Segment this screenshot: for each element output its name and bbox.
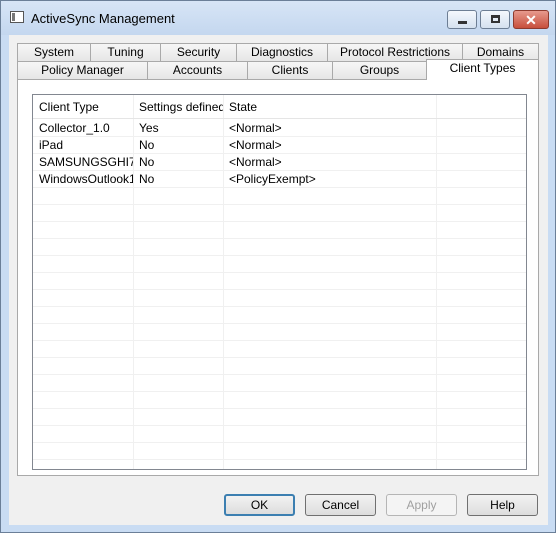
help-button[interactable]: Help <box>467 494 538 516</box>
tab-policy-manager[interactable]: Policy Manager <box>17 61 148 79</box>
client-types-panel: Client Type Settings defined State Colle… <box>17 79 539 476</box>
list-row[interactable]: SAMSUNGSGHI747 No <Normal> <box>33 154 526 171</box>
tab-security[interactable]: Security <box>160 43 237 61</box>
app-icon <box>10 11 24 23</box>
list-row[interactable]: Collector_1.0 Yes <Normal> <box>33 120 526 137</box>
cancel-button[interactable]: Cancel <box>305 494 376 516</box>
empty-row <box>33 273 526 290</box>
column-header-settings-defined[interactable]: Settings defined <box>133 95 223 119</box>
activesync-management-window: ActiveSync Management ✕ System Tuning Se… <box>0 0 556 533</box>
list-row[interactable]: WindowsOutlook15 No <PolicyExempt> <box>33 171 526 188</box>
close-icon: ✕ <box>525 12 537 28</box>
client-type-cell: SAMSUNGSGHI747 <box>39 155 133 169</box>
ok-button[interactable]: OK <box>224 494 295 516</box>
client-type-cell: iPad <box>39 138 64 152</box>
state-cell: <Normal> <box>229 155 282 169</box>
settings-defined-cell: No <box>139 172 155 186</box>
empty-row <box>33 358 526 375</box>
empty-row <box>33 409 526 426</box>
empty-row <box>33 205 526 222</box>
maximize-button[interactable] <box>480 10 510 29</box>
title-bar[interactable]: ActiveSync Management ✕ <box>1 1 555 35</box>
client-types-list[interactable]: Client Type Settings defined State Colle… <box>32 94 527 470</box>
apply-button[interactable]: Apply <box>386 494 457 516</box>
empty-row <box>33 426 526 443</box>
tab-clients[interactable]: Clients <box>247 61 333 79</box>
empty-row <box>33 324 526 341</box>
window-title: ActiveSync Management <box>31 11 175 26</box>
empty-row <box>33 239 526 256</box>
settings-defined-cell: No <box>139 138 155 152</box>
dialog-client-area: System Tuning Security Diagnostics Proto… <box>9 35 548 525</box>
state-cell: <Normal> <box>229 121 282 135</box>
empty-row <box>33 443 526 460</box>
empty-row <box>33 222 526 239</box>
minimize-icon <box>458 21 467 24</box>
tab-groups[interactable]: Groups <box>332 61 427 79</box>
empty-row <box>33 290 526 307</box>
list-row[interactable]: iPad No <Normal> <box>33 137 526 154</box>
list-header: Client Type Settings defined State <box>33 95 526 119</box>
empty-row <box>33 256 526 273</box>
state-cell: <PolicyExempt> <box>229 172 316 186</box>
empty-row <box>33 188 526 205</box>
empty-row <box>33 392 526 409</box>
tab-diagnostics[interactable]: Diagnostics <box>236 43 328 61</box>
empty-row <box>33 307 526 324</box>
state-cell: <Normal> <box>229 138 282 152</box>
column-header-client-type[interactable]: Client Type <box>33 95 133 119</box>
client-type-cell: Collector_1.0 <box>39 121 110 135</box>
column-header-state[interactable]: State <box>223 95 436 119</box>
tab-system[interactable]: System <box>17 43 91 61</box>
client-type-cell: WindowsOutlook15 <box>39 172 133 186</box>
settings-defined-cell: No <box>139 155 155 169</box>
maximize-icon <box>491 15 500 23</box>
minimize-button[interactable] <box>447 10 477 29</box>
empty-row <box>33 375 526 392</box>
tab-client-types[interactable]: Client Types <box>426 59 539 80</box>
settings-defined-cell: Yes <box>139 121 159 135</box>
close-button[interactable]: ✕ <box>513 10 549 29</box>
tab-tuning[interactable]: Tuning <box>90 43 161 61</box>
empty-row <box>33 341 526 358</box>
tab-accounts[interactable]: Accounts <box>147 61 248 79</box>
